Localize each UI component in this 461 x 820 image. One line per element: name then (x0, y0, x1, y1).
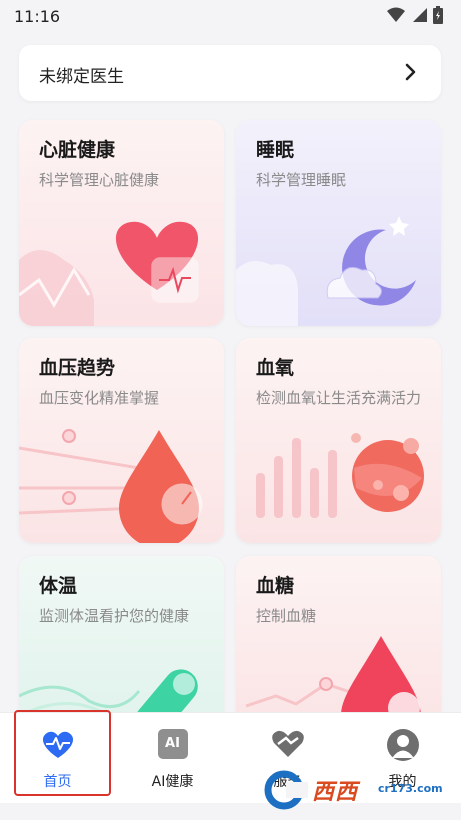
card-heart-health[interactable]: 心脏健康 科学管理心脏健康 (19, 120, 224, 326)
tab-home[interactable]: 首页 (0, 713, 115, 803)
heart-pulse-icon (42, 731, 73, 758)
watermark-logo-icon (264, 770, 308, 810)
watermark: 西西 cr173.com (262, 770, 443, 810)
tab-ai-health[interactable]: AI AI健康 (115, 713, 230, 803)
chevron-right-icon (405, 63, 416, 81)
service-icon (271, 730, 304, 757)
status-time: 11:16 (14, 7, 61, 26)
bind-doctor-row[interactable]: 未绑定医生 (19, 45, 441, 101)
card-subtitle: 血压变化精准掌握 (39, 389, 160, 407)
tab-label: AI健康 (151, 774, 194, 790)
avatar-icon (386, 729, 419, 761)
watermark-text: 西西 (312, 780, 359, 805)
card-sleep[interactable]: 睡眠 科学管理睡眠 (236, 120, 441, 326)
card-blood-pressure[interactable]: 血压趋势 血压变化精准掌握 (19, 338, 224, 543)
card-title: 血压趋势 (39, 357, 116, 379)
bind-doctor-label: 未绑定医生 (39, 67, 124, 87)
status-icons (387, 6, 443, 24)
wifi-icon (387, 7, 405, 22)
card-subtitle: 科学管理心脏健康 (39, 171, 160, 189)
card-blood-sugar[interactable]: 血糖 控制血糖 (236, 556, 441, 726)
battery-icon (433, 6, 443, 24)
card-title: 血氧 (256, 357, 295, 379)
card-subtitle: 监测体温看护您的健康 (39, 607, 190, 625)
card-subtitle: 控制血糖 (256, 607, 317, 625)
card-title: 心脏健康 (39, 139, 116, 161)
tab-label: 首页 (43, 774, 72, 790)
status-bar: 11:16 (0, 0, 461, 34)
watermark-url: cr173.com (378, 782, 443, 795)
ai-icon: AI (157, 729, 188, 759)
card-title: 血糖 (256, 575, 295, 597)
card-title: 睡眠 (256, 139, 295, 161)
card-subtitle: 科学管理睡眠 (256, 171, 347, 189)
card-blood-oxygen[interactable]: 血氧 检测血氧让生活充满活力 (236, 338, 441, 543)
card-title: 体温 (39, 575, 78, 597)
card-subtitle: 检测血氧让生活充满活力 (256, 389, 422, 407)
card-body-temperature[interactable]: 体温 监测体温看护您的健康 (19, 556, 224, 726)
signal-icon (413, 8, 427, 22)
